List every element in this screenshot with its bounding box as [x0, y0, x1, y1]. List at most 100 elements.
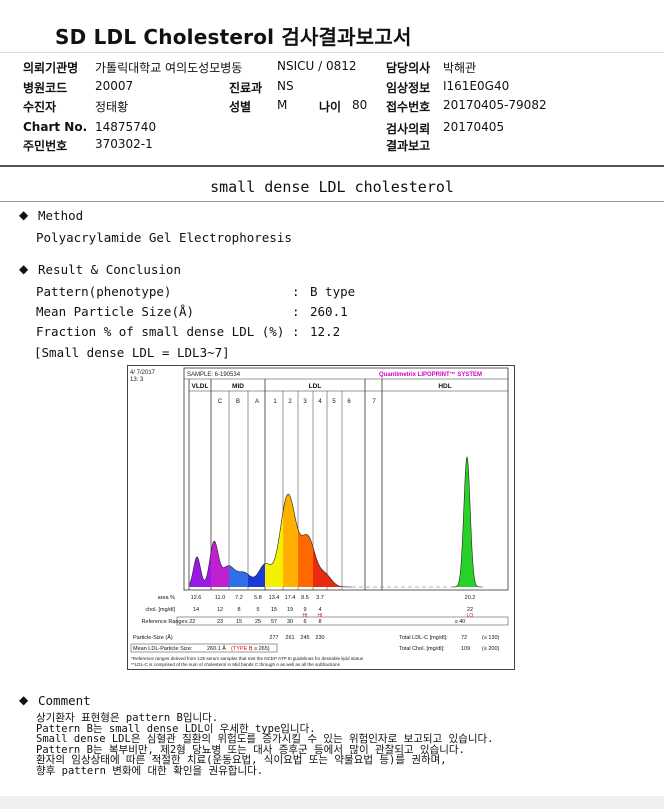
- diamond-bullet-icon: ◆: [19, 208, 29, 222]
- ref-value: 30: [287, 619, 293, 625]
- total-ldl-ref: (≤ 130): [482, 635, 500, 641]
- age-label: 나이: [319, 100, 342, 114]
- band-group-label: MID: [232, 383, 244, 390]
- sex-value: M: [277, 98, 288, 112]
- area-value: 8.5: [301, 595, 309, 601]
- footnote-2: **LDL-C is comprised of the sum of chole…: [131, 662, 341, 667]
- band-group-label: VLDL: [192, 383, 209, 390]
- ref-label: Reference Range: [141, 619, 184, 625]
- chol-value: 5: [256, 607, 259, 613]
- fraction-label: Fraction % of small dense LDL (%): [36, 324, 285, 339]
- institution-label: 의뢰기관명: [23, 61, 79, 75]
- particle-size-value: 245: [300, 635, 309, 641]
- dept-label: 진료과: [229, 81, 263, 95]
- comment-body: 상기환자 표현형은 pattern B입니다. Pattern B는 small…: [36, 713, 494, 777]
- patient-value: 정태황: [95, 100, 129, 114]
- comment-heading: Comment: [38, 693, 91, 708]
- chart-no-value: 14875740: [95, 120, 157, 134]
- ref-value: ≤ 22: [185, 619, 196, 625]
- total-ldl-label: Total LDL-C [mg/dl]:: [399, 635, 448, 641]
- area-value: 7.2: [235, 595, 243, 601]
- dept-value: NS: [277, 79, 294, 93]
- particle-size-value: 277: [269, 635, 278, 641]
- doctor-value: 박해관: [443, 61, 477, 75]
- area-value: 13.4: [269, 595, 280, 601]
- clinical-label: 임상정보: [386, 81, 431, 95]
- area-value: 12.6: [191, 595, 202, 601]
- mean-ldl-value: 260.1 Å: [207, 645, 226, 652]
- ref-value: 8: [318, 619, 321, 625]
- brand-label: Quantimetrix LIPOPRINT™ SYSTEM: [379, 371, 482, 378]
- chart-time: 13: 3: [130, 377, 144, 383]
- section-divider: [0, 201, 664, 202]
- ref-value: 23: [217, 619, 223, 625]
- band-group-label: HDL: [438, 383, 451, 390]
- method-heading: Method: [38, 208, 84, 223]
- receipt-label: 접수번호: [386, 100, 431, 114]
- band-label: C: [218, 399, 223, 405]
- comment-line: 상기환자 표현형은 pattern B입니다.: [36, 712, 219, 724]
- particle-size-label: Mean Particle Size(Å): [36, 304, 195, 319]
- hospital-code-label: 병원코드: [23, 81, 68, 95]
- band-label: A: [255, 399, 259, 405]
- institution-value: 가톨릭대학교 여의도성모병동: [95, 61, 243, 75]
- chol-value: 14: [193, 607, 199, 613]
- rrn-label: 주민번호: [23, 139, 68, 153]
- section-title: small dense LDL cholesterol: [210, 178, 454, 196]
- diamond-bullet-icon: ◆: [19, 262, 29, 276]
- rrn-value: 370302-1: [95, 137, 153, 151]
- title-divider: [0, 52, 664, 53]
- sample-label: SAMPLE: 6-190534: [187, 372, 241, 378]
- bottom-band: [0, 796, 664, 809]
- age-value: 80: [352, 98, 368, 112]
- result-report-label: 결과보고: [386, 139, 431, 153]
- method-value: Polyacrylamide Gel Electrophoresis: [36, 230, 292, 245]
- sex-label: 성별: [229, 100, 252, 114]
- chol-label: chol. [mg/dl]: [145, 607, 175, 613]
- request-label: 검사의뢰: [386, 122, 431, 136]
- chart-date: 4/ 7/2017: [130, 370, 156, 376]
- particle-size-value: 261: [285, 635, 294, 641]
- colon: :: [292, 304, 300, 319]
- colon: :: [292, 284, 300, 299]
- comment-line: 향후 pattern 변화에 대한 확인을 권유합니다.: [36, 764, 264, 777]
- chol-value: 19: [287, 607, 293, 613]
- mean-ldl-label: Mean LDL-Particle Size:: [133, 646, 193, 652]
- clinical-value: I161E0G40: [443, 79, 510, 93]
- request-value: 20170405: [443, 120, 505, 134]
- patient-label: 수진자: [23, 100, 57, 114]
- sd-ldl-note: [Small dense LDL = LDL3~7]: [34, 345, 230, 360]
- footnote-1: *Reference ranges derived from 125 serum…: [131, 656, 364, 661]
- particle-size-value: 230: [315, 635, 324, 641]
- total-chol-label: Total Chol. [mg/dl]:: [399, 646, 445, 652]
- chart-no-label: Chart No.: [23, 120, 88, 134]
- fraction-value: 12.2: [310, 324, 341, 339]
- ref-value: 25: [255, 619, 261, 625]
- area-value: 20.2: [465, 595, 476, 601]
- ref-value: 57: [271, 619, 277, 625]
- ward-value: NSICU / 0812: [277, 59, 357, 73]
- ref-value: 6: [303, 619, 306, 625]
- area-value: 5.8: [254, 595, 262, 601]
- chol-value: 15: [271, 607, 277, 613]
- chol-value: 8: [237, 607, 240, 613]
- lipoprint-chart-svg: 4/ 7/201713: 3 SAMPLE: 6-190534 Quantimetr…: [127, 365, 515, 670]
- colon: :: [292, 324, 300, 339]
- total-ldl-value: 72: [461, 635, 467, 641]
- area-value: 3.7: [316, 595, 324, 601]
- area-label: area %: [158, 595, 176, 601]
- band-group-label: LDL: [309, 383, 322, 390]
- lipoprint-chart: 4/ 7/2017 13: 3 SAMPLE: 6-190534 Quantimetr…: [127, 365, 515, 670]
- result-heading: Result & Conclusion: [38, 262, 181, 277]
- area-value: 11.0: [215, 595, 225, 601]
- report-title: SD LDL Cholesterol 검사결과보고서: [55, 25, 412, 49]
- type-text: (TYPE B: [231, 646, 253, 652]
- hospital-code-value: 20007: [95, 79, 134, 93]
- pattern-value: B type: [310, 284, 356, 299]
- pattern-label: Pattern(phenotype): [36, 284, 172, 299]
- type-ref: ; ≥ 265): [251, 646, 270, 652]
- receipt-value: 20170405-79082: [443, 98, 547, 112]
- header-divider: [0, 165, 664, 167]
- total-chol-value: 109: [461, 646, 470, 652]
- chol-value: 12: [217, 607, 223, 613]
